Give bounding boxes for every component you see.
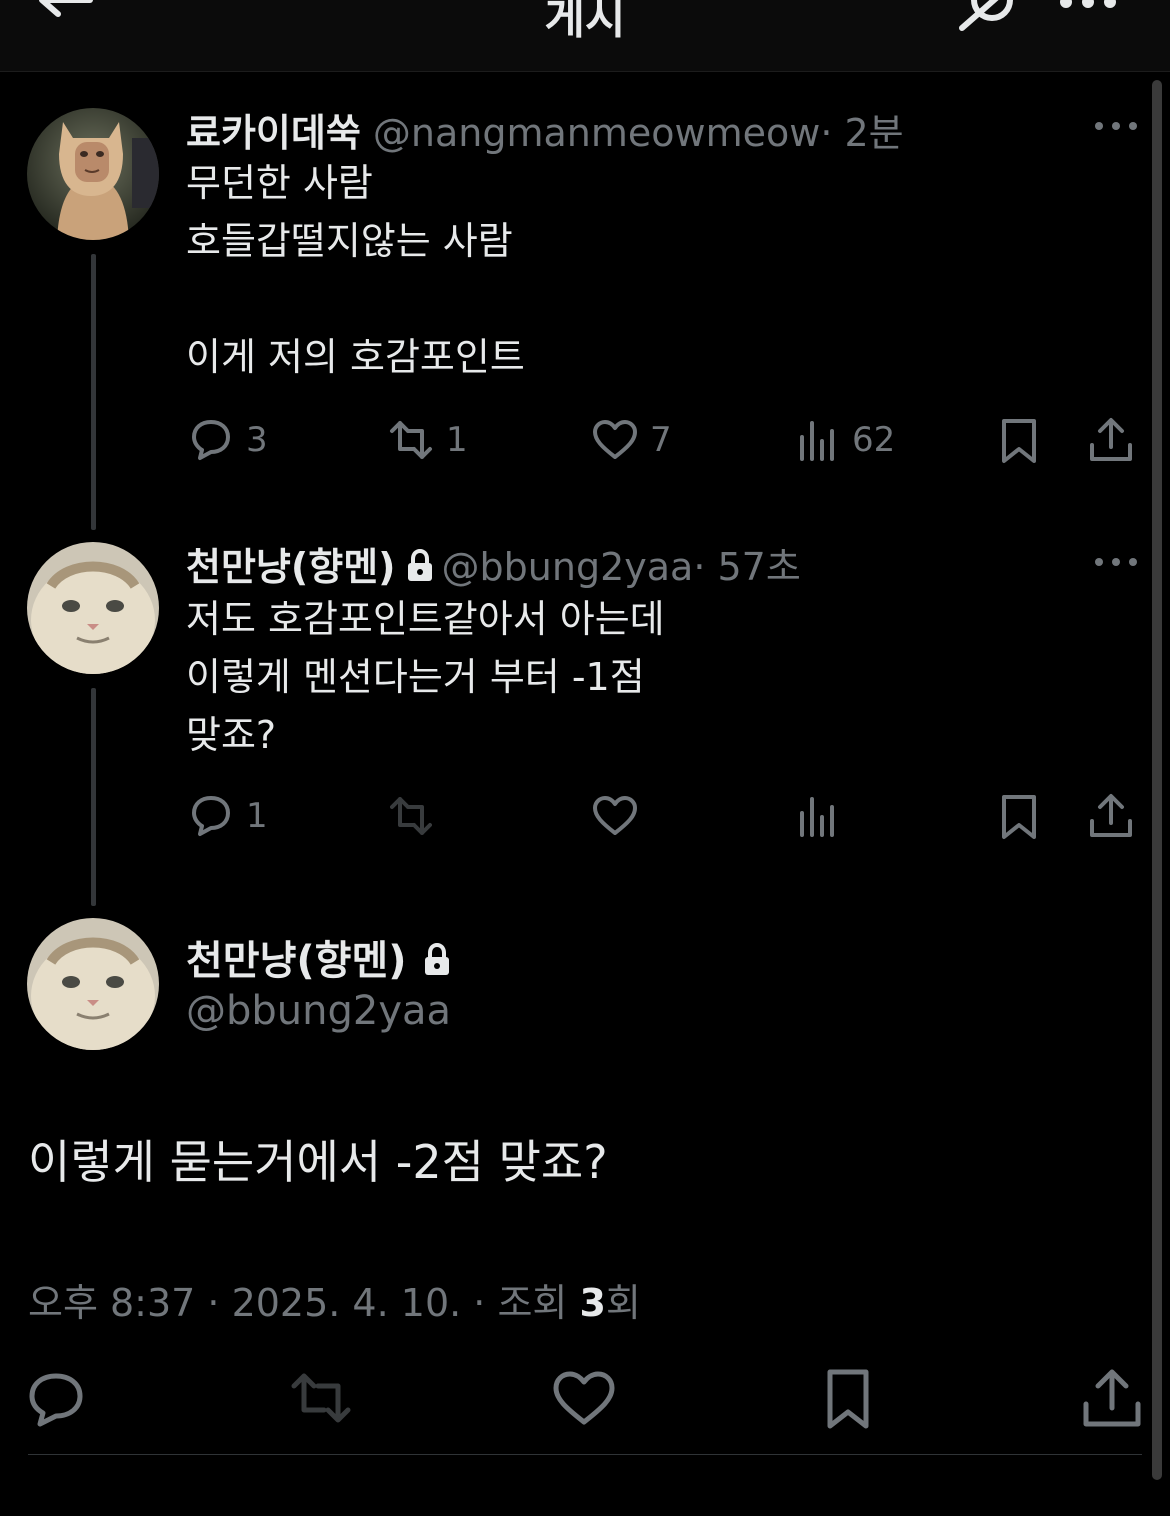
view-count: 3	[579, 1281, 606, 1325]
views-icon	[800, 797, 834, 837]
reply-count: 3	[246, 420, 268, 460]
author-name-row: 천만냥(향멘)	[186, 928, 453, 986]
share-icon	[1090, 418, 1132, 461]
author-handle[interactable]: @bbung2yaa	[186, 988, 451, 1034]
tweet-header: 료카이데쑥 @nangmanmeowmeow· 2분	[186, 102, 904, 157]
avatar[interactable]	[27, 918, 159, 1050]
like-button[interactable]: 7	[590, 410, 672, 470]
reply-button[interactable]: 1	[186, 786, 268, 846]
focus-actions	[0, 1366, 1170, 1436]
retweet-icon[interactable]	[290, 1366, 354, 1430]
heart-icon	[593, 420, 637, 459]
tweet-meta: 오후 8:37 · 2025. 4. 10. · 조회 3회	[28, 1272, 641, 1327]
tweet-text: 이렇게 묻는거에서 -2점 맞죠?	[28, 1135, 608, 1189]
heart-icon[interactable]	[552, 1366, 616, 1430]
tweet-time: · 57초	[693, 545, 801, 589]
tweet-header: 천만냥(향멘) @bbung2yaa· 57초	[186, 536, 801, 591]
divider	[28, 1454, 1142, 1455]
lock-icon	[424, 943, 449, 975]
share-button[interactable]	[1086, 410, 1136, 470]
bookmark-button[interactable]	[994, 786, 1044, 846]
reply-icon	[192, 796, 230, 836]
view-count: 62	[852, 420, 896, 460]
tweet-timestamp: 오후 8:37 · 2025. 4. 10. · 조회	[28, 1281, 580, 1325]
like-count: 7	[650, 420, 672, 460]
tweet-time: · 2분	[820, 111, 904, 155]
thread-line	[91, 254, 96, 530]
share-icon	[1090, 794, 1132, 837]
avatar[interactable]	[27, 108, 159, 240]
views-icon	[800, 421, 834, 461]
bookmark-icon	[1002, 795, 1036, 839]
bookmark-icon[interactable]	[816, 1366, 880, 1430]
author-name[interactable]: 천만냥(향멘)	[186, 938, 407, 984]
reply-button[interactable]: 3	[186, 410, 268, 470]
retweet-button[interactable]: 1	[386, 410, 468, 470]
grok-icon[interactable]	[958, 0, 1022, 36]
share-button[interactable]	[1086, 786, 1136, 846]
tweet-text: 무던한 사람 호들갑떨지않는 사람 이게 저의 호감포인트	[186, 161, 525, 379]
author-name[interactable]: 료카이데쑥	[186, 111, 361, 155]
tweet-actions: 3 1 7 62	[186, 410, 1146, 470]
scrollbar[interactable]	[1152, 80, 1162, 1480]
reply-icon	[192, 420, 230, 460]
author-handle[interactable]: @bbung2yaa	[442, 545, 694, 589]
thread-line	[91, 688, 96, 906]
retweet-count: 1	[446, 420, 468, 460]
more-horizontal-icon[interactable]	[1094, 556, 1138, 568]
share-icon[interactable]	[1080, 1366, 1144, 1430]
views-button[interactable]: 62	[792, 410, 895, 470]
retweet-button[interactable]	[386, 786, 436, 846]
bookmark-button[interactable]	[994, 410, 1044, 470]
views-button[interactable]	[792, 786, 842, 846]
author-name[interactable]: 천만냥(향멘)	[186, 545, 396, 589]
lock-icon	[407, 549, 432, 581]
tweet-text: 저도 호감포인트같아서 아는데 이렇게 멘션다는거 부터 -1점 맞죠?	[186, 597, 665, 757]
heart-icon	[593, 796, 637, 835]
view-count-suffix: 회	[605, 1281, 641, 1325]
reply-icon[interactable]	[26, 1366, 90, 1430]
retweet-icon	[390, 421, 432, 459]
like-button[interactable]	[590, 786, 640, 846]
more-horizontal-icon[interactable]	[1094, 120, 1138, 132]
bookmark-icon	[1002, 419, 1036, 463]
author-handle[interactable]: @nangmanmeowmeow	[373, 111, 820, 155]
top-bar: 게시	[0, 0, 1170, 72]
retweet-icon	[390, 797, 432, 835]
tweet-actions: 1	[186, 786, 1146, 846]
avatar[interactable]	[27, 542, 159, 674]
reply-count: 1	[246, 796, 268, 836]
more-horizontal-icon[interactable]	[1058, 0, 1118, 16]
